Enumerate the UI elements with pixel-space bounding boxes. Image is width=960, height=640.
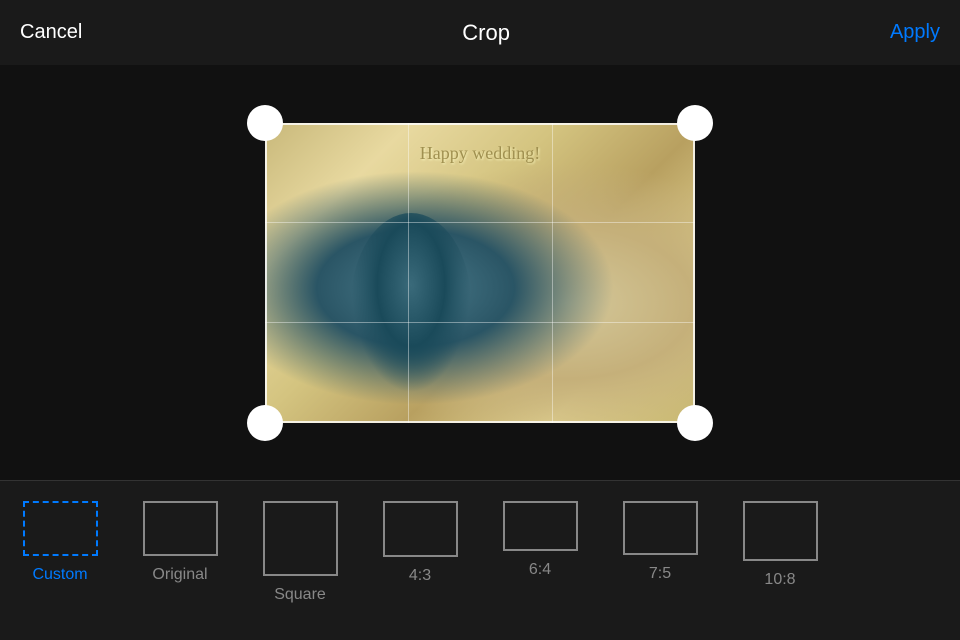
crop-option-square[interactable]: Square <box>240 501 360 604</box>
crop-option-7_5[interactable]: 7:5 <box>600 501 720 583</box>
crop-option-label-square: Square <box>274 586 326 604</box>
crop-option-10_8[interactable]: 10:8 <box>720 501 840 589</box>
crop-option-label-4_3: 4:3 <box>409 567 431 585</box>
crop-option-label-original: Original <box>152 566 207 584</box>
crop-option-label-custom: Custom <box>32 566 87 584</box>
crop-image <box>265 123 695 423</box>
crop-option-4_3[interactable]: 4:3 <box>360 501 480 585</box>
crop-ratio-box-4_3 <box>383 501 458 557</box>
crop-ratio-box-custom <box>23 501 98 556</box>
crop-option-label-7_5: 7:5 <box>649 565 671 583</box>
apply-button[interactable]: Apply <box>890 21 940 44</box>
bottom-toolbar: Custom Original Square 4:3 6:4 7:5 10:8 <box>0 480 960 640</box>
crop-ratio-box-6_4 <box>503 501 578 551</box>
header: Cancel Crop Apply <box>0 0 960 65</box>
crop-ratio-box-square <box>263 501 338 576</box>
crop-image-inner <box>265 123 695 423</box>
crop-ratio-box-10_8 <box>743 501 818 561</box>
cancel-button[interactable]: Cancel <box>20 21 82 44</box>
crop-option-custom[interactable]: Custom <box>0 501 120 584</box>
canvas-area <box>0 65 960 480</box>
crop-handle-top-left[interactable] <box>247 105 283 141</box>
crop-ratio-box-original <box>143 501 218 556</box>
crop-container[interactable] <box>265 123 695 423</box>
crop-ratio-box-7_5 <box>623 501 698 555</box>
crop-option-original[interactable]: Original <box>120 501 240 584</box>
crop-option-label-10_8: 10:8 <box>764 571 795 589</box>
crop-option-label-6_4: 6:4 <box>529 561 551 579</box>
crop-handle-top-right[interactable] <box>677 105 713 141</box>
crop-handle-bottom-right[interactable] <box>677 405 713 441</box>
page-title: Crop <box>462 20 510 46</box>
crop-handle-bottom-left[interactable] <box>247 405 283 441</box>
crop-option-6_4[interactable]: 6:4 <box>480 501 600 579</box>
